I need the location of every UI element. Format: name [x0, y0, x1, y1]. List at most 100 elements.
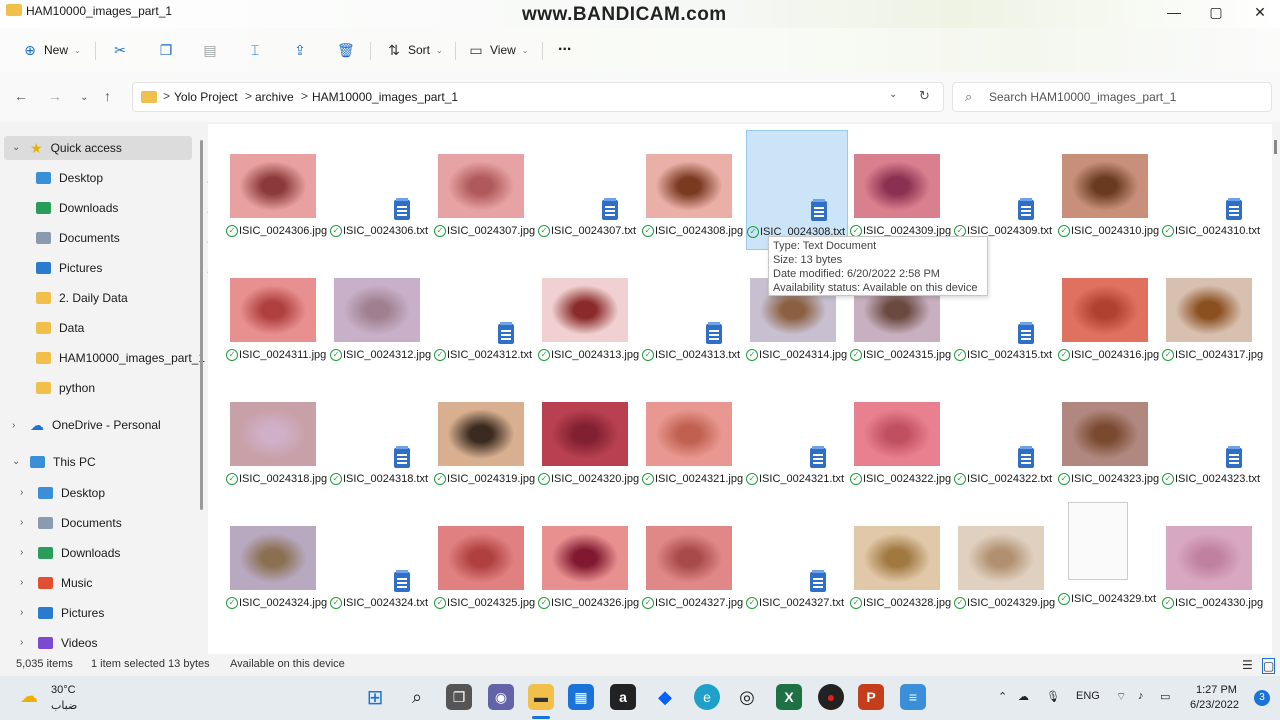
image-file-item[interactable]: ✓ ISIC_0024311.jpg: [226, 254, 326, 372]
notepad-icon[interactable]: ≡: [900, 684, 926, 710]
weather-temperature[interactable]: 30°C: [51, 684, 76, 696]
excel-icon[interactable]: X: [776, 684, 802, 710]
clock-time[interactable]: 1:27 PM: [1196, 684, 1237, 696]
sidebar-item-pictures[interactable]: Pictures📌: [36, 255, 218, 281]
forward-arrow-icon[interactable]: →: [48, 88, 62, 104]
chevron-down-icon[interactable]: ⌄: [12, 456, 20, 467]
image-file-item[interactable]: ✓ ISIC_0024316.jpg: [1058, 254, 1159, 372]
sort-button[interactable]: ⇅ Sort ⌄: [386, 40, 443, 60]
image-file-item[interactable]: ✓ ISIC_0024318.jpg: [226, 378, 327, 496]
image-file-item[interactable]: ✓ ISIC_0024328.jpg: [850, 502, 951, 620]
battery-icon[interactable]: ▭: [1160, 690, 1170, 703]
view-button[interactable]: ▭ View ⌄: [468, 40, 528, 60]
content-scrollbar[interactable]: [1274, 140, 1277, 154]
sidebar-pc-item-desktop[interactable]: Desktop: [38, 480, 105, 506]
image-file-item[interactable]: ✓ ISIC_0024306.jpg: [226, 130, 327, 248]
text-file-item[interactable]: ✓ ISIC_0024306.txt: [330, 130, 430, 248]
input-language[interactable]: ENG: [1076, 690, 1100, 702]
sidebar-pc-item-pictures[interactable]: Pictures: [38, 600, 104, 626]
text-file-item[interactable]: ✓ ISIC_0024312.txt: [434, 254, 534, 372]
close-button[interactable]: ✕: [1250, 4, 1270, 21]
text-file-item[interactable]: ✓ ISIC_0024321.txt: [746, 378, 846, 496]
minimize-button[interactable]: —: [1164, 4, 1184, 20]
amazon-icon[interactable]: a: [610, 684, 636, 710]
sidebar-item-quick-access[interactable]: ★ Quick access: [30, 135, 122, 161]
microphone-icon[interactable]: 🎙: [1046, 690, 1060, 703]
clock-date[interactable]: 6/23/2022: [1190, 699, 1239, 711]
powerpoint-icon[interactable]: P: [858, 684, 884, 710]
dropbox-icon[interactable]: ◆: [652, 684, 678, 710]
github-icon[interactable]: ◎: [734, 684, 760, 710]
text-file-item[interactable]: ✓ ISIC_0024313.txt: [642, 254, 742, 372]
search-box[interactable]: ⌕ Search HAM10000_images_part_1: [952, 82, 1272, 112]
sidebar-item-desktop[interactable]: Desktop📌: [36, 165, 218, 191]
cloud-sync-icon[interactable]: ☁: [1018, 690, 1029, 703]
image-file-item[interactable]: ✓ ISIC_0024310.jpg: [1058, 130, 1159, 248]
volume-icon[interactable]: ♪: [1138, 690, 1144, 702]
text-file-item[interactable]: ✓ ISIC_0024329.txt: [1058, 502, 1158, 620]
address-bar[interactable]: > Yolo Project > archive > HAM10000_imag…: [132, 82, 944, 112]
image-file-item[interactable]: ✓ ISIC_0024317.jpg: [1162, 254, 1263, 372]
start-icon[interactable]: ⊞: [362, 684, 388, 710]
sidebar-item-2-daily-data[interactable]: 2. Daily Data: [36, 285, 128, 311]
image-file-item[interactable]: ✓ ISIC_0024321.jpg: [642, 378, 743, 496]
cut-button[interactable]: ✂: [112, 40, 128, 60]
text-file-item[interactable]: ✓ ISIC_0024327.txt: [746, 502, 846, 620]
sidebar-pc-item-videos[interactable]: Videos: [38, 630, 97, 656]
image-file-item[interactable]: ✓ ISIC_0024324.jpg: [226, 502, 327, 620]
text-file-item[interactable]: ✓ ISIC_0024308.txt: [746, 130, 848, 250]
chevron-down-icon[interactable]: ⌄: [889, 89, 897, 100]
image-file-item[interactable]: ✓ ISIC_0024323.jpg: [1058, 378, 1159, 496]
text-file-item[interactable]: ✓ ISIC_0024310.txt: [1162, 130, 1262, 248]
text-file-item[interactable]: ✓ ISIC_0024318.txt: [330, 378, 430, 496]
chevron-right-icon[interactable]: ›: [20, 577, 23, 588]
image-file-item[interactable]: ✓ ISIC_0024326.jpg: [538, 502, 639, 620]
sidebar-item-onedrive[interactable]: ☁ OneDrive - Personal: [30, 412, 161, 438]
text-file-item[interactable]: ✓ ISIC_0024323.txt: [1162, 378, 1262, 496]
notification-badge[interactable]: 3: [1254, 690, 1270, 706]
image-file-item[interactable]: ✓ ISIC_0024325.jpg: [434, 502, 535, 620]
rename-button[interactable]: ⌶: [247, 40, 263, 60]
sidebar-item-data[interactable]: Data: [36, 315, 84, 341]
up-arrow-icon[interactable]: ↑: [104, 88, 111, 104]
sidebar-scrollbar[interactable]: [200, 140, 203, 510]
image-file-item[interactable]: ✓ ISIC_0024308.jpg: [642, 130, 743, 248]
copy-button[interactable]: ❐: [158, 40, 174, 60]
more-options-button[interactable]: ...: [558, 36, 571, 56]
image-file-item[interactable]: ✓ ISIC_0024312.jpg: [330, 254, 431, 372]
chevron-right-icon[interactable]: ›: [20, 637, 23, 648]
image-file-item[interactable]: ✓ ISIC_0024307.jpg: [434, 130, 535, 248]
edge-icon[interactable]: e: [694, 684, 720, 710]
record-icon[interactable]: ●: [818, 684, 844, 710]
text-file-item[interactable]: ✓ ISIC_0024322.txt: [954, 378, 1054, 496]
chevron-right-icon[interactable]: ›: [20, 547, 23, 558]
image-file-item[interactable]: ✓ ISIC_0024313.jpg: [538, 254, 639, 372]
wifi-icon[interactable]: ⌔: [1116, 690, 1126, 704]
new-button[interactable]: ⊕ New ⌄: [22, 40, 81, 60]
delete-button[interactable]: 🗑: [337, 40, 355, 60]
image-file-item[interactable]: ✓ ISIC_0024319.jpg: [434, 378, 535, 496]
file-explorer-icon[interactable]: ▬: [528, 684, 554, 710]
image-file-item[interactable]: ✓ ISIC_0024330.jpg: [1162, 502, 1263, 620]
store-icon[interactable]: ▦: [568, 684, 594, 710]
refresh-icon[interactable]: ↻: [919, 88, 930, 104]
chevron-right-icon[interactable]: ›: [12, 420, 15, 431]
task-view-icon[interactable]: ❐: [446, 684, 472, 710]
image-file-item[interactable]: ✓ ISIC_0024320.jpg: [538, 378, 639, 496]
text-file-item[interactable]: ✓ ISIC_0024309.txt: [954, 130, 1054, 248]
chevron-right-icon[interactable]: ›: [20, 607, 23, 618]
sidebar-item-python[interactable]: python: [36, 375, 95, 401]
breadcrumb-current-folder[interactable]: HAM10000_images_part_1: [312, 90, 458, 104]
image-file-item[interactable]: ✓ ISIC_0024329.jpg: [954, 502, 1055, 620]
image-file-item[interactable]: ✓ ISIC_0024322.jpg: [850, 378, 951, 496]
teams-chat-icon[interactable]: ◉: [488, 684, 514, 710]
sidebar-item-downloads[interactable]: Downloads📌: [36, 195, 218, 221]
chevron-right-icon[interactable]: ›: [20, 487, 23, 498]
image-file-item[interactable]: ✓ ISIC_0024327.jpg: [642, 502, 743, 620]
sidebar-pc-item-downloads[interactable]: Downloads: [38, 540, 120, 566]
maximize-button[interactable]: ▢: [1206, 4, 1226, 21]
sidebar-item-documents[interactable]: Documents📌: [36, 225, 218, 251]
weather-icon[interactable]: ☁: [20, 686, 38, 707]
text-file-item[interactable]: ✓ ISIC_0024307.txt: [538, 130, 638, 248]
chevron-up-icon[interactable]: ⌃: [998, 690, 1007, 703]
